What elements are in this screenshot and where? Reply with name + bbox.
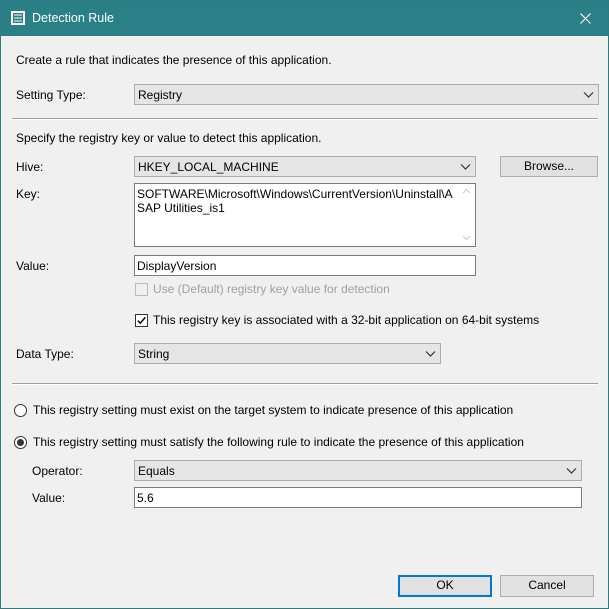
radio-selected-dot [17,439,24,446]
dialog-title: Detection Rule [32,11,114,25]
key-textarea[interactable]: SOFTWARE\Microsoft\Windows\CurrentVersio… [134,183,476,247]
data-type-value: String [138,347,170,361]
setting-type-dropdown[interactable]: Registry [134,84,599,105]
separator [12,118,598,120]
data-type-label: Data Type: [16,347,74,361]
radio-must-exist-label: This registry setting must exist on the … [33,403,514,417]
hive-value: HKEY_LOCAL_MACHINE [138,160,279,174]
scroll-down-icon [462,235,471,241]
data-type-dropdown[interactable]: String [134,343,441,364]
title-bar: Detection Rule [1,1,608,36]
rule-value-text: 5.6 [137,491,154,505]
setting-type-value: Registry [138,88,183,102]
radio-satisfy-rule-label: This registry setting must satisfy the f… [33,435,524,449]
use-default-checkbox[interactable] [135,283,148,296]
key-label: Key: [16,187,41,201]
chevron-down-icon [583,92,594,98]
hive-label: Hive: [16,160,44,174]
browse-button[interactable]: Browse... [500,156,598,177]
key-scrollbar[interactable] [458,184,475,246]
detection-rule-dialog: Detection Rule Create a rule that indica… [0,0,609,609]
operator-label: Operator: [32,464,83,478]
registry-instructions: Specify the registry key or value to det… [16,131,322,145]
is-32bit-label: This registry key is associated with a 3… [153,313,540,327]
close-button[interactable] [562,1,608,36]
scroll-up-icon [462,188,471,194]
chevron-down-icon [566,468,577,474]
radio-satisfy-rule[interactable] [14,436,27,449]
close-icon [579,13,591,24]
value-input[interactable]: DisplayVersion [134,255,476,276]
key-value: SOFTWARE\Microsoft\Windows\CurrentVersio… [137,187,453,215]
use-default-label: Use (Default) registry key value for det… [153,282,390,296]
radio-must-exist[interactable] [14,404,27,417]
form-icon [11,11,25,25]
rule-value-label: Value: [32,491,66,505]
is-32bit-checkbox[interactable] [135,314,148,327]
value-input-text: DisplayVersion [137,259,217,273]
checkmark-icon [137,316,146,325]
rule-value-input[interactable]: 5.6 [134,487,582,508]
value-label: Value: [16,259,50,273]
cancel-button[interactable]: Cancel [500,575,594,597]
chevron-down-icon [425,351,436,357]
chevron-down-icon [460,164,471,170]
operator-value: Equals [138,464,175,478]
separator [12,383,598,385]
hive-dropdown[interactable]: HKEY_LOCAL_MACHINE [134,156,476,177]
ok-button[interactable]: OK [398,575,492,597]
operator-dropdown[interactable]: Equals [134,460,582,481]
setting-type-label: Setting Type: [16,88,86,102]
intro-text: Create a rule that indicates the presenc… [16,53,332,67]
